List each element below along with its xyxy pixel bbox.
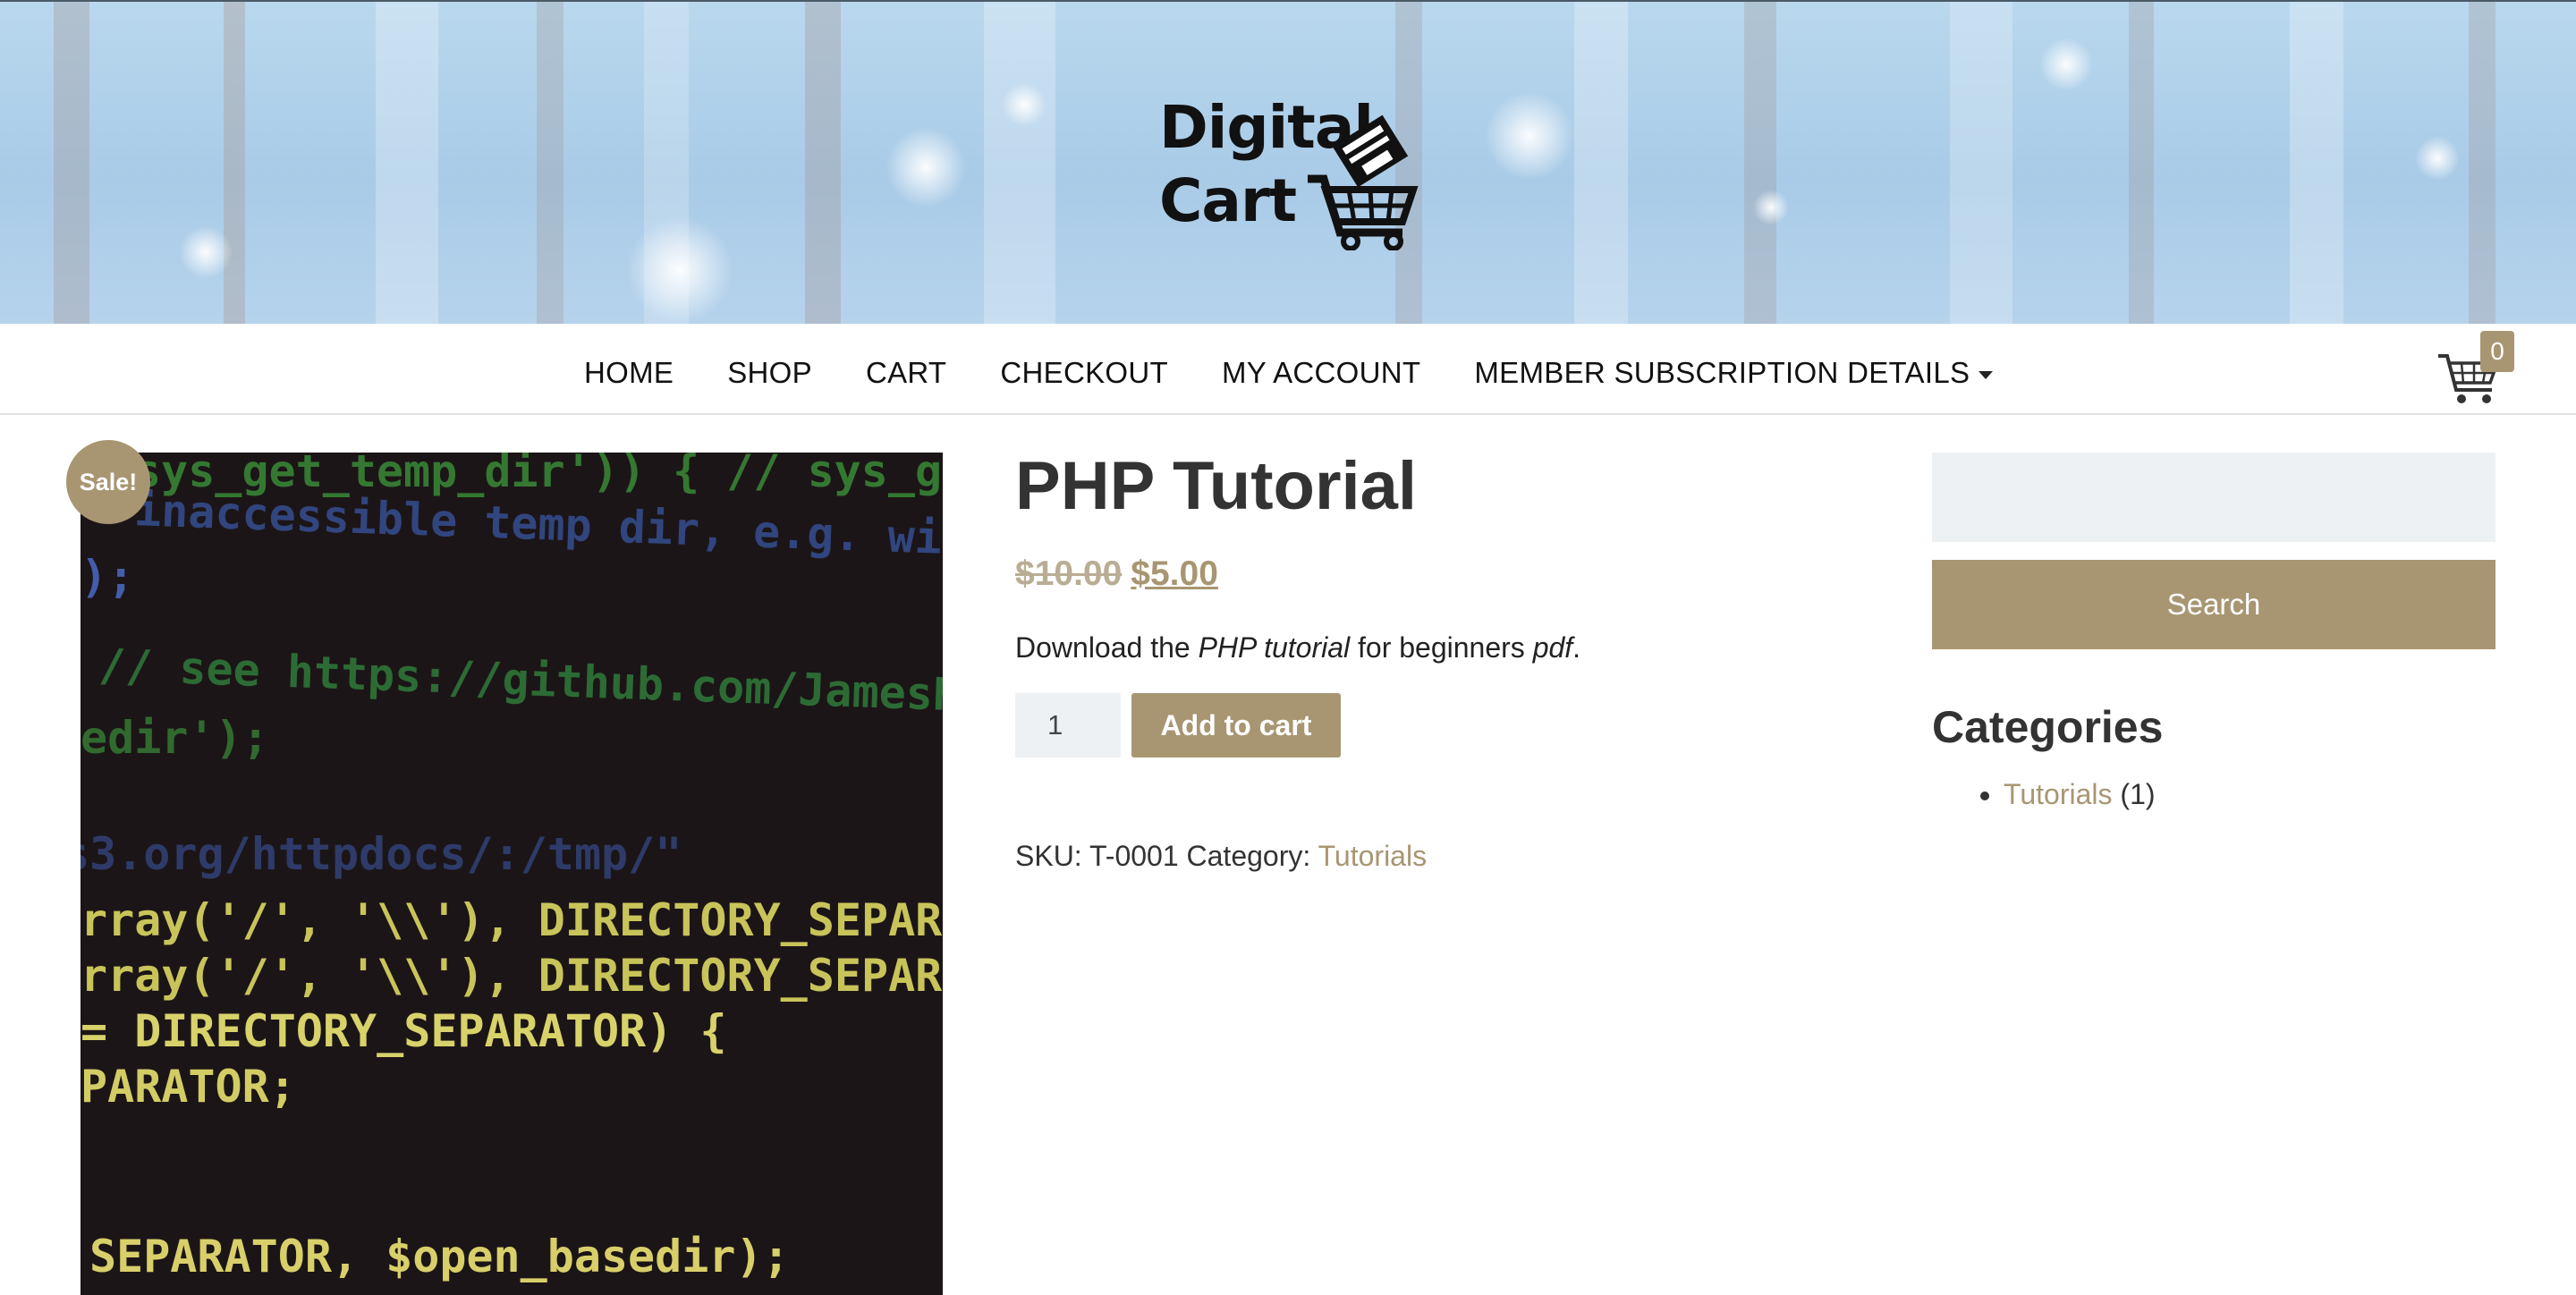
sidebar: Search Categories Tutorials (1) [1932, 453, 2496, 811]
category-link[interactable]: Tutorials [1318, 840, 1428, 872]
description-emphasis: pdf [1532, 631, 1573, 664]
product-image[interactable]: sys_get_temp_dir')) { // sys_get inacces… [80, 453, 943, 1295]
description-emphasis: PHP tutorial [1198, 631, 1351, 664]
code-line: rray('/', '\\'), DIRECTORY_SEPARATO [80, 950, 943, 1002]
code-line: s3.org/httpdocs/:/tmp/" [80, 828, 682, 880]
description-text: Download the [1015, 631, 1199, 664]
product-meta: SKU: T-0001 Category: Tutorials [1015, 840, 1820, 873]
category-item: Tutorials (1) [2004, 778, 2496, 811]
site-logo[interactable]: Digital Cart [1159, 88, 1419, 258]
sku-value: T-0001 [1089, 840, 1179, 872]
description-text: . [1572, 631, 1581, 664]
nav-item-checkout[interactable]: CHECKOUT [1000, 356, 1168, 390]
search-button[interactable]: Search [1932, 560, 2496, 649]
nav-menu: HOME SHOP CART CHECKOUT MY ACCOUNT MEMBE… [584, 356, 2046, 390]
main-navigation: HOME SHOP CART CHECKOUT MY ACCOUNT MEMBE… [0, 324, 2576, 415]
regular-price: $10.00 [1015, 554, 1123, 593]
nav-item-home[interactable]: HOME [584, 356, 674, 390]
code-line: PARATOR; [80, 1061, 296, 1113]
product-summary: PHP Tutorial $10.00 $5.00 Download the PH… [1015, 453, 1820, 873]
product-short-description: Download the PHP tutorial for beginners … [1015, 631, 1820, 664]
nav-item-member-subscription-label: MEMBER SUBSCRIPTION DETAILS [1474, 356, 1970, 389]
sku-label: SKU: [1015, 840, 1082, 872]
search-input[interactable] [1932, 453, 2496, 542]
cart-count-badge: 0 [2480, 331, 2514, 372]
code-line: ); [80, 551, 135, 603]
code-line: // see https://github.com/JamesHe [97, 639, 943, 723]
category-label: Category: [1186, 840, 1311, 872]
add-to-cart-button[interactable]: Add to cart [1131, 693, 1341, 758]
product-title: PHP Tutorial [1015, 448, 1418, 524]
category-item-count: (1) [2120, 778, 2156, 810]
caret-down-icon [1979, 370, 1994, 379]
product-price: $10.00 $5.00 [1015, 554, 1820, 594]
category-item-link[interactable]: Tutorials [2004, 778, 2113, 810]
code-line: = DIRECTORY_SEPARATOR) { [80, 1005, 727, 1057]
sale-price: $5.00 [1131, 554, 1218, 593]
code-line: edir'); [80, 712, 269, 764]
code-line: rray('/', '\\'), DIRECTORY_SEPARATO [80, 894, 943, 946]
sale-badge: Sale! [66, 440, 150, 524]
description-text: for beginners [1350, 631, 1533, 664]
shopping-cart-logo-icon [1308, 114, 1419, 250]
nav-item-cart[interactable]: CART [866, 356, 946, 390]
code-line: SEPARATOR, $open_basedir); [89, 1231, 790, 1282]
header-banner: Digital Cart [0, 0, 2576, 324]
nav-item-my-account[interactable]: MY ACCOUNT [1222, 356, 1420, 390]
nav-item-member-subscription-details[interactable]: MEMBER SUBSCRIPTION DETAILS [1474, 356, 1994, 390]
add-to-cart-form: Add to cart [1015, 693, 1820, 758]
quantity-input[interactable] [1015, 693, 1121, 758]
categories-list: Tutorials (1) [2004, 778, 2496, 811]
categories-title: Categories [1932, 702, 2164, 752]
logo-text-line2: Cart [1159, 166, 1297, 235]
nav-item-shop[interactable]: SHOP [727, 356, 812, 390]
